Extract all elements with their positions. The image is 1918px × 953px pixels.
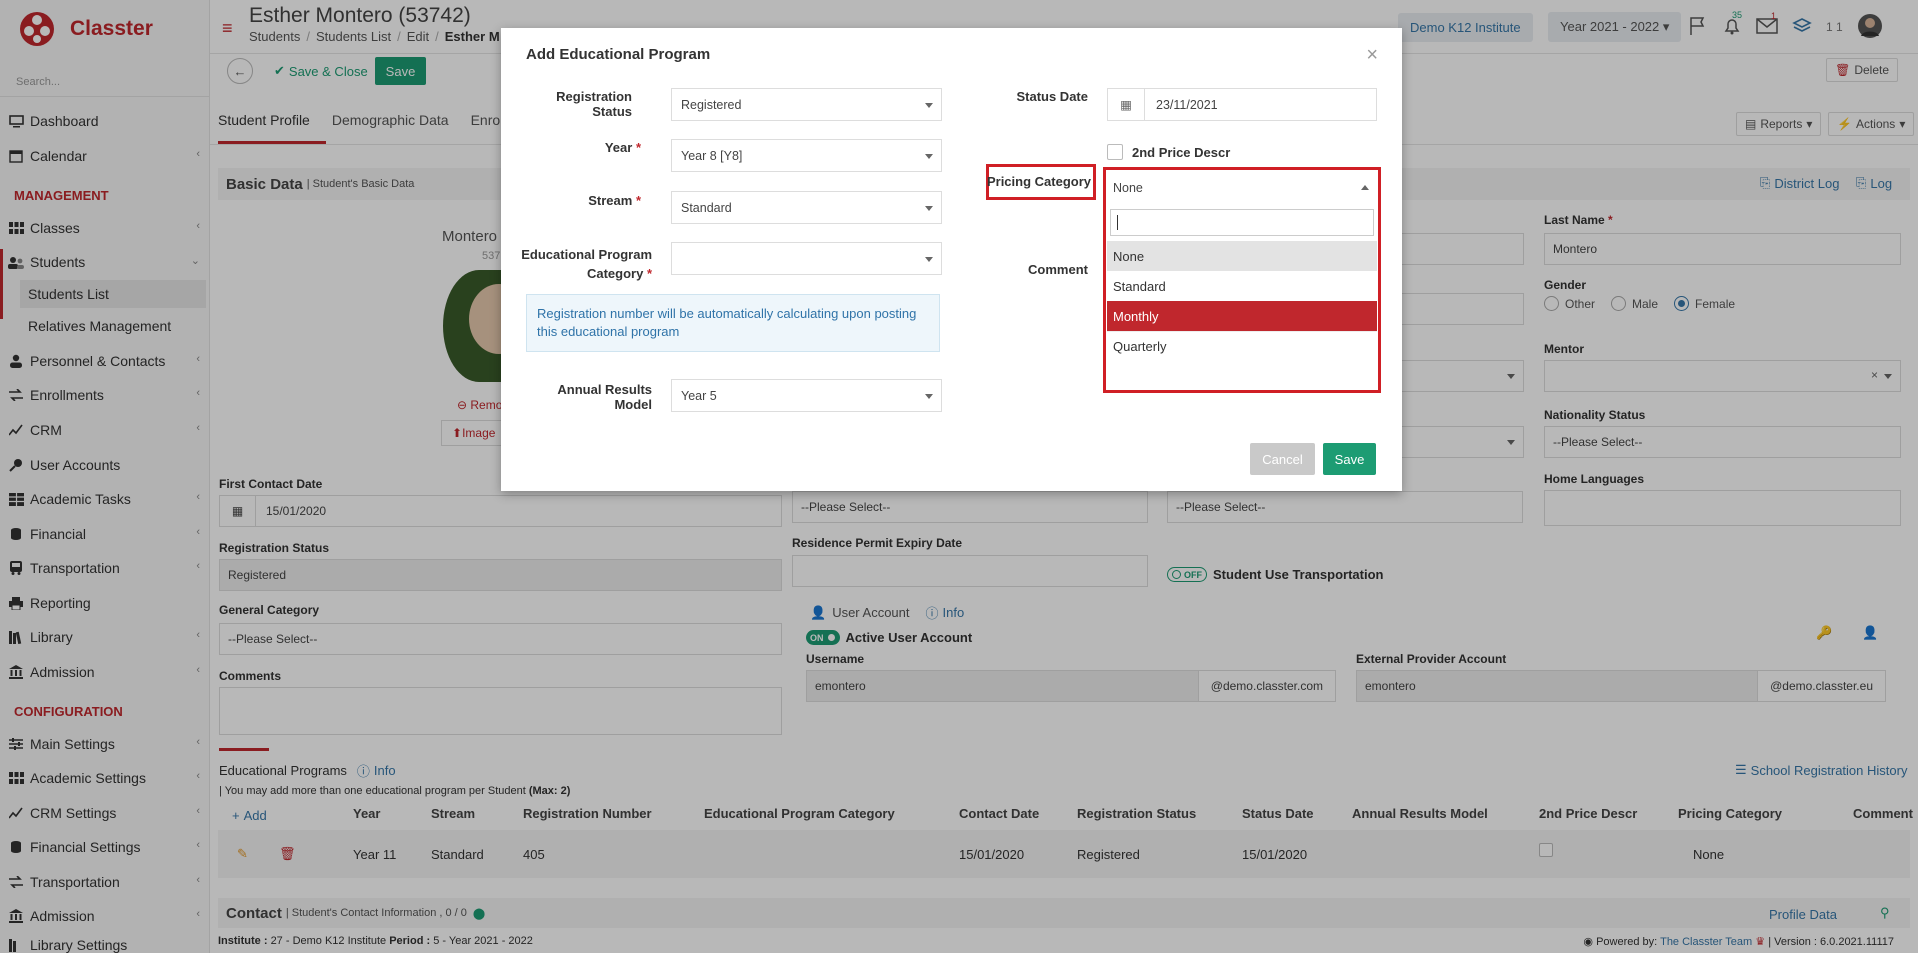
modal-year-select[interactable]: Year 8 [Y8]: [671, 139, 942, 172]
pricing-search-input[interactable]: [1110, 209, 1374, 236]
modal-year-label: Year *: [604, 140, 641, 155]
chevron-up-icon: [1361, 185, 1369, 190]
modal-annual-results-select[interactable]: Year 5: [671, 379, 942, 412]
modal-annual-results-label: Annual Results Model: [557, 382, 652, 412]
pricing-category-dropdown: None None Standard Monthly Quarterly: [1107, 171, 1377, 388]
modal-title: Add Educational Program: [526, 46, 711, 63]
pricing-option-quarterly[interactable]: Quarterly: [1107, 331, 1377, 361]
pricing-option-standard[interactable]: Standard: [1107, 271, 1377, 301]
pricing-category-select[interactable]: None: [1107, 173, 1377, 203]
modal-status-date-input[interactable]: ▦ 23/11/2021: [1107, 88, 1377, 121]
modal-stream-label: Stream *: [588, 193, 641, 208]
pricing-option-monthly[interactable]: Monthly: [1107, 301, 1377, 331]
pricing-option-none[interactable]: None: [1107, 241, 1377, 271]
second-price-label: 2nd Price Descr: [1132, 145, 1231, 160]
registration-info-box: Registration number will be automaticall…: [526, 294, 940, 352]
calendar-icon[interactable]: ▦: [1108, 89, 1145, 120]
close-icon[interactable]: ×: [1366, 44, 1378, 67]
modal-reg-status-label: Registration Status: [556, 89, 632, 119]
modal-reg-status-select[interactable]: Registered: [671, 88, 942, 121]
modal-stream-select[interactable]: Standard: [671, 191, 942, 224]
modal-comment-label: Comment: [1028, 262, 1088, 277]
modal-pricing-label: Pricing Category: [986, 174, 1091, 189]
modal-program-category-select[interactable]: [671, 242, 942, 275]
modal-save-button[interactable]: Save: [1323, 443, 1376, 475]
add-program-modal: Add Educational Program × Registration S…: [501, 28, 1402, 491]
cancel-button[interactable]: Cancel: [1250, 443, 1315, 475]
modal-program-category-label: Educational Program Category *: [521, 247, 652, 281]
second-price-checkbox[interactable]: [1107, 144, 1123, 160]
modal-status-date-label: Status Date: [1016, 89, 1088, 104]
